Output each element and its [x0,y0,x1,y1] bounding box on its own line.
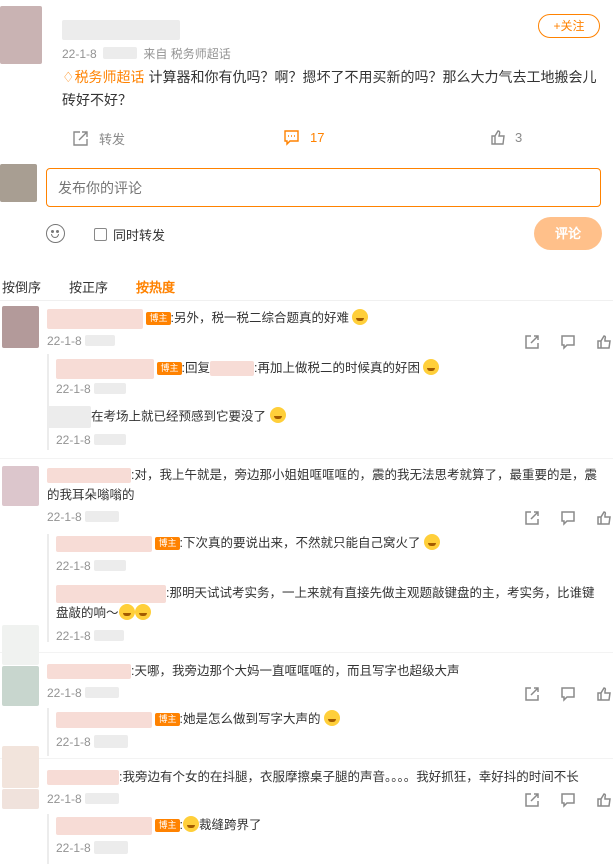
comment-date: 22-1-8 [47,792,120,806]
mention-link[interactable] [209,361,254,377]
reply-content: :那明天试试考实务，一上来就有直接先做主观题敲键盘的主，考实务，比谁键盘敲的响～ [56,584,595,620]
commenter-name[interactable] [47,664,131,680]
reply-date: 22-1-8 [56,629,125,643]
also-repost-checkbox[interactable]: 同时转发 [94,225,165,244]
reply-content: 博主:她是怎么做到写字大声的 [56,709,340,729]
follow-button[interactable]: +关注 [538,14,600,38]
reply-icon[interactable] [560,686,576,702]
comment-date: 22-1-8 [47,510,120,524]
post-meta: 22-1-8 来自 税务师超话 [62,45,231,62]
reply-icon[interactable] [560,510,576,526]
tab-hot[interactable]: 按热度 [136,277,175,296]
repost-button[interactable]: 转发 [72,129,125,148]
reply-thread-line [47,708,49,756]
like-button[interactable]: 3 [490,129,522,146]
reply-date: 22-1-8 [56,382,127,396]
author-badge: 博主 [157,362,182,376]
tab-latest[interactable]: 按倒序 [2,277,41,296]
comment-content: 博主:另外，税一税二综合题真的好难 [47,308,369,329]
sort-tabs: 按倒序 按正序 按热度 [2,277,175,296]
emoji-icon [269,407,286,424]
emoji-icon [423,359,440,375]
reply-thread-line [47,354,49,450]
emoji-icon [423,534,440,550]
reply-thread-line [47,534,49,642]
comment-actions [524,334,612,350]
share-icon[interactable] [524,792,540,808]
reply-date: 22-1-8 [56,559,127,573]
comment-actions [524,510,612,526]
commenter-name[interactable] [47,770,119,786]
my-avatar [0,164,37,202]
comment-date: 22-1-8 [47,334,116,348]
share-icon[interactable] [524,334,540,350]
topic-link[interactable]: ♢税务师超话 [62,69,145,85]
thumbs-up-icon[interactable] [596,510,612,526]
comment-content: :对，我上午就是，旁边那小姐姐哐哐哐的，震的我无法思考就算了，最重要的是，震的我… [47,468,597,502]
emoji-icon [118,604,135,620]
reply-date: 22-1-8 [56,433,127,447]
commenter-avatar[interactable] [2,466,39,506]
divider [0,300,613,301]
commenter-name[interactable] [56,711,152,728]
checkbox-box[interactable] [94,228,107,241]
comment-content: :天哪，我旁边那个大妈一直哐哐哐的，而且写字也超级大声 [47,661,605,681]
comment-input[interactable] [46,168,601,207]
post-source[interactable]: 来自 税务师超话 [143,47,230,61]
commenter-avatar[interactable] [2,625,39,665]
comment-icon [284,130,299,146]
reply-content: 博主:回复:再加上做税二的时候真的好困 [56,358,440,379]
emoji-picker-icon[interactable] [46,224,65,243]
reply-content: 博主:下次真的要说出来，不然就只能自己窝火了 [56,533,440,553]
reply-thread-line [47,814,49,864]
emoji-icon [134,604,151,620]
comment-actions [524,686,612,702]
emoji-icon [323,710,340,726]
emoji-icon [182,816,199,832]
author-name[interactable] [62,20,180,40]
reply-icon[interactable] [560,792,576,808]
reply-date: 22-1-8 [56,841,129,855]
author-badge: 博主 [146,312,171,326]
author-badge: 博主 [155,713,180,727]
emoji-icon [352,309,369,325]
thumbs-up-icon[interactable] [596,792,612,808]
commenter-name[interactable] [47,468,131,484]
author-badge: 博主 [155,537,180,551]
reply-content: 在考场上就已经预感到它要没了 [47,406,286,428]
commenter-name[interactable] [56,816,152,835]
share-icon[interactable] [524,686,540,702]
divider [0,652,613,653]
post-date: 22-1-8 [62,47,97,61]
commenter-avatar[interactable] [2,789,39,809]
author-badge: 博主 [155,819,180,833]
commenter-avatar[interactable] [2,746,39,788]
repost-icon [73,131,88,146]
post-body: ♢税务师超话 计算器和你有仇吗？啊？摁坏了不用买新的吗？那么大力气去工地搬会儿砖… [62,66,602,112]
share-icon[interactable] [524,510,540,526]
commenter-name[interactable] [56,358,154,379]
author-avatar[interactable] [0,6,42,64]
thumbs-up-icon[interactable] [596,334,612,350]
comment-actions [524,792,612,808]
comment-content: :我旁边有个女的在抖腿，衣服摩擦桌子腿的声音。。。。我好抓狂，幸好抖的时间不长 [47,767,605,787]
thumbs-up-icon [491,130,505,145]
comment-date: 22-1-8 [47,686,120,700]
reply-date: 22-1-8 [56,735,129,749]
comment-button[interactable]: 17 [283,129,324,146]
commenter-name[interactable] [47,308,143,329]
commenter-name[interactable] [56,535,152,552]
divider [0,458,613,459]
divider [0,758,613,759]
tab-oldest[interactable]: 按正序 [69,277,108,296]
reply-content: 博主: 裁缝跨界了 [56,815,262,835]
commenter-name[interactable] [47,406,91,428]
commenter-avatar[interactable] [2,666,39,706]
thumbs-up-icon[interactable] [596,686,612,702]
diamond-icon: ♢ [62,69,75,85]
reply-icon[interactable] [560,334,576,350]
submit-comment-button[interactable]: 评论 [534,217,602,250]
commenter-avatar[interactable] [2,306,39,348]
commenter-name[interactable] [56,584,166,603]
